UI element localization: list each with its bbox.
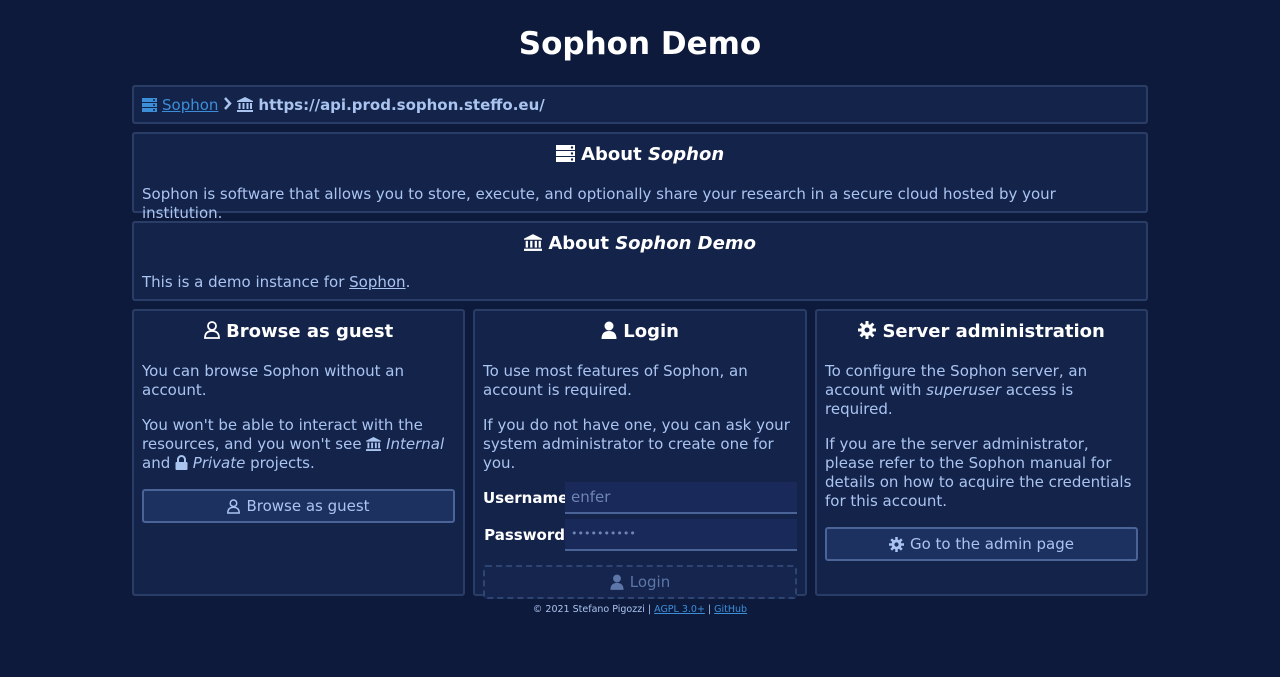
about-sophon-text: Sophon is software that allows you to st… xyxy=(142,185,1056,222)
user-outline-icon xyxy=(227,498,241,514)
username-label: Username xyxy=(483,488,569,507)
username-input[interactable]: enfer xyxy=(565,481,797,514)
about-demo-panel: About Sophon Demo This is a demo instanc… xyxy=(132,221,1148,301)
institution-icon xyxy=(237,96,254,114)
username-row: Username enfer xyxy=(483,479,797,516)
breadcrumb: Sophon https://api.prod.sophon.steffo.eu… xyxy=(132,85,1148,124)
user-icon xyxy=(610,574,624,590)
login-text-1: To use most features of Sophon, an accou… xyxy=(483,362,748,399)
guest-panel: Browse as guest You can browse Sophon wi… xyxy=(132,309,465,596)
sophon-link[interactable]: Sophon xyxy=(349,273,405,291)
guest-text-1: You can browse Sophon without an account… xyxy=(142,362,404,399)
about-demo-heading: About Sophon Demo xyxy=(134,223,1146,254)
user-icon xyxy=(601,321,617,339)
chevron-right-icon xyxy=(223,97,233,112)
user-outline-icon xyxy=(203,321,220,339)
copyright: © 2021 Stefano Pigozzi xyxy=(532,604,645,615)
admin-text-2: If you are the server administrator, ple… xyxy=(825,435,1132,510)
admin-heading: Server administration xyxy=(817,311,1146,342)
guest-text-2: You won't be able to interact with the r… xyxy=(142,416,445,472)
breadcrumb-root-label: Sophon xyxy=(162,95,219,114)
password-row: Password •••••••••• xyxy=(483,516,797,553)
admin-text-1: To configure the Sophon server, an accou… xyxy=(825,362,1088,418)
password-label: Password xyxy=(484,525,565,544)
breadcrumb-root-link[interactable]: Sophon xyxy=(142,96,218,114)
login-text-2: If you do not have one, you can ask your… xyxy=(483,416,790,472)
server-icon xyxy=(555,145,575,162)
lock-icon xyxy=(175,455,188,470)
admin-panel: Server administration To configure the S… xyxy=(815,309,1148,596)
about-demo-text: This is a demo instance for Sophon. xyxy=(142,273,411,291)
login-heading: Login xyxy=(475,311,805,342)
instance-url: https://api.prod.sophon.steffo.eu/ xyxy=(258,95,545,114)
guest-heading: Browse as guest xyxy=(134,311,463,342)
institution-icon xyxy=(366,437,382,451)
license-link[interactable]: AGPL 3.0+ xyxy=(654,604,705,615)
browse-as-guest-button[interactable]: Browse as guest xyxy=(142,489,455,523)
footer: © 2021 Stefano Pigozzi | AGPL 3.0+ | Git… xyxy=(532,604,748,615)
login-button[interactable]: Login xyxy=(483,565,797,599)
gear-icon xyxy=(858,321,877,339)
gear-icon xyxy=(888,536,904,552)
admin-page-button[interactable]: Go to the admin page xyxy=(825,527,1138,561)
page-title: Sophon Demo xyxy=(518,26,762,62)
institution-icon xyxy=(524,234,543,251)
server-icon xyxy=(142,97,157,112)
about-sophon-heading: About Sophon xyxy=(134,134,1146,165)
login-panel: Login To use most features of Sophon, an… xyxy=(473,309,807,599)
about-sophon-panel: About Sophon Sophon is software that all… xyxy=(132,132,1148,222)
github-link[interactable]: GitHub xyxy=(714,604,747,615)
password-input[interactable]: •••••••••• xyxy=(565,518,797,551)
